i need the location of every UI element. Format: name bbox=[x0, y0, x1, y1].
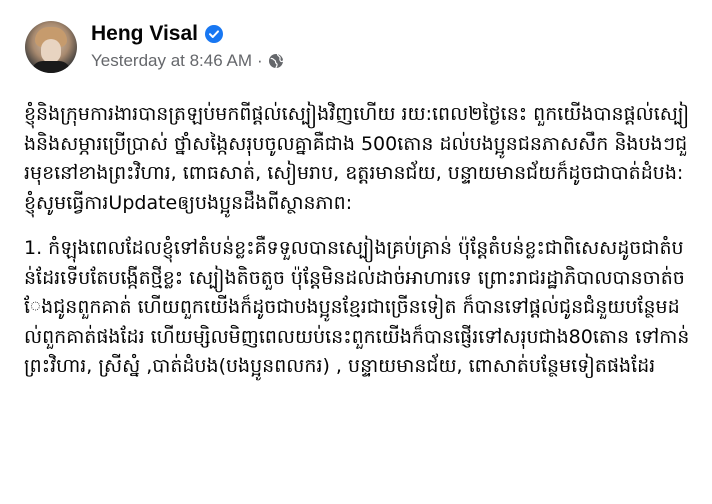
post-meta: Heng Visal Yesterday at 8:46 AM · bbox=[91, 21, 284, 73]
avatar[interactable] bbox=[25, 21, 77, 73]
post-paragraph-1: ខ្ញុំនិងក្រុមការងារបានត្រឡប់មកពីផ្តល់ស្ប… bbox=[24, 103, 690, 214]
globe-icon[interactable] bbox=[268, 53, 284, 69]
avatar-face bbox=[41, 39, 61, 63]
facebook-post: Heng Visal Yesterday at 8:46 AM · ខ្ញុំន… bbox=[0, 0, 712, 504]
post-timestamp[interactable]: Yesterday at 8:46 AM bbox=[91, 49, 252, 73]
verified-badge-icon bbox=[205, 25, 223, 43]
post-header: Heng Visal Yesterday at 8:46 AM · bbox=[16, 18, 696, 76]
timestamp-row: Yesterday at 8:46 AM · bbox=[91, 49, 284, 73]
avatar-shirt bbox=[31, 61, 71, 73]
author-name[interactable]: Heng Visal bbox=[91, 21, 198, 47]
post-paragraph-2: 1. កំឡុងពេលដែលខ្ញុំទៅតំបន់ខ្លះគឺទទួលបានស… bbox=[24, 237, 696, 377]
author-row: Heng Visal bbox=[91, 21, 284, 47]
separator-dot: · bbox=[256, 51, 263, 70]
post-body: ខ្ញុំនិងក្រុមការងារបានត្រឡប់មកពីផ្តល់ស្ប… bbox=[16, 100, 696, 382]
